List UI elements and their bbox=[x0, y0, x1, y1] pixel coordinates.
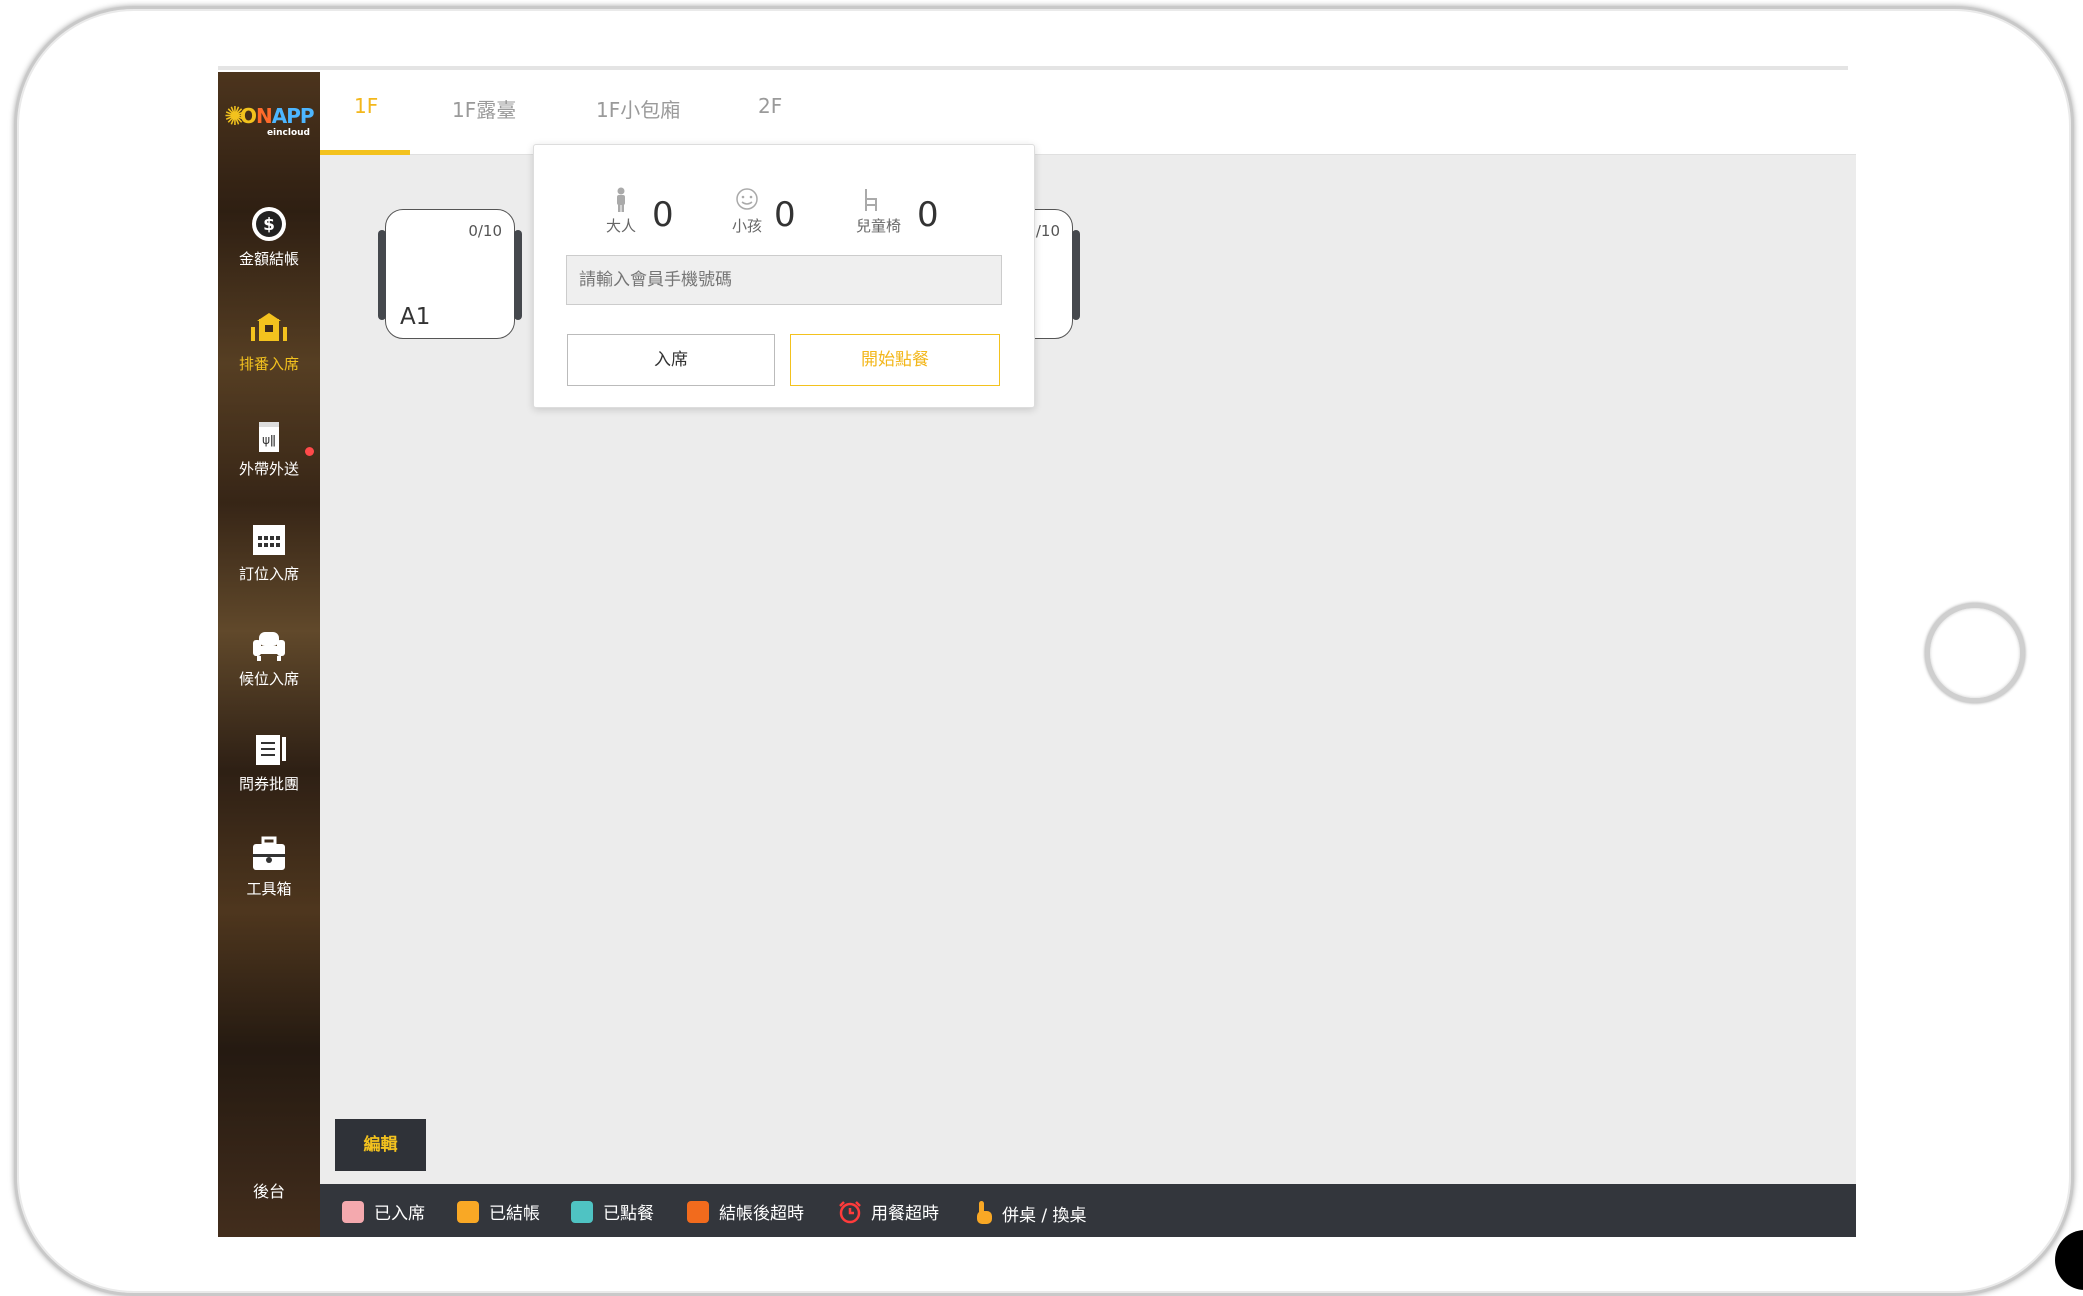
svg-text:$: $ bbox=[263, 215, 275, 235]
sidebar-item-toolbox[interactable]: 工具箱 bbox=[218, 834, 320, 914]
child-face-icon bbox=[736, 188, 758, 210]
sidebar-item-label: 訂位入席 bbox=[238, 565, 299, 583]
sidebar-item-waitlist[interactable]: 候位入席 bbox=[218, 624, 320, 704]
app-logo: ✺ ONAPP eincloud bbox=[224, 102, 315, 138]
edit-button[interactable]: 編輯 bbox=[335, 1119, 426, 1171]
legend-paid: 已結帳 bbox=[457, 1199, 540, 1224]
seating-popup: 大人 0 小孩 0 兒童椅 0 入席 開始點餐 bbox=[533, 144, 1035, 408]
sidebar-item-queue-seating[interactable]: 排番入席 bbox=[218, 309, 320, 389]
member-phone-input[interactable] bbox=[566, 255, 1002, 305]
notification-dot bbox=[305, 447, 314, 456]
hand-pointer-icon bbox=[977, 1201, 992, 1224]
corner-dot bbox=[2055, 1230, 2083, 1290]
highchair-label: 兒童椅 bbox=[856, 217, 902, 235]
sidebar-item-label: 問券批團 bbox=[238, 775, 299, 793]
active-tab-indicator bbox=[320, 150, 410, 155]
sidebar: ✺ ONAPP eincloud $ 金額結帳 排番入席 ψǁ 外帶外送 訂位入… bbox=[218, 72, 320, 1237]
highchair-count: 0 bbox=[917, 195, 939, 235]
legend-seated: 已入席 bbox=[342, 1199, 425, 1224]
backstage-link[interactable]: 後台 bbox=[218, 1178, 320, 1202]
svg-text:ψǁ: ψǁ bbox=[262, 433, 276, 447]
tab-1f[interactable]: 1F bbox=[354, 94, 378, 118]
status-legend: 已入席 已結帳 已點餐 結帳後超時 用餐超時 併桌 / 換桌 bbox=[320, 1184, 1856, 1237]
toolbox-icon bbox=[253, 836, 285, 870]
sidebar-item-label: 排番入席 bbox=[238, 355, 299, 373]
adult-label: 大人 bbox=[606, 217, 637, 235]
tab-1f-terrace[interactable]: 1F露臺 bbox=[452, 94, 516, 123]
floor-tab-bar: 1F 1F露臺 1F小包廂 2F bbox=[320, 72, 1856, 155]
start-order-button[interactable]: 開始點餐 bbox=[790, 334, 1000, 386]
highchair-icon bbox=[865, 189, 877, 211]
alarm-clock-icon bbox=[839, 1200, 861, 1223]
legend-dining-overtime: 用餐超時 bbox=[837, 1199, 939, 1224]
coin-icon: $ bbox=[252, 207, 286, 241]
sidebar-item-label: 外帶外送 bbox=[238, 460, 299, 478]
tab-1f-private-room[interactable]: 1F小包廂 bbox=[596, 94, 680, 123]
legend-swatch bbox=[342, 1200, 364, 1223]
calendar-icon bbox=[253, 525, 285, 555]
legend-ordered: 已點餐 bbox=[571, 1199, 654, 1224]
sidebar-item-label: 候位入席 bbox=[238, 670, 299, 688]
table-card-a1[interactable]: 0/10 A1 bbox=[378, 209, 522, 339]
table-name: A1 bbox=[400, 304, 431, 330]
legend-overtime-after-checkout: 結帳後超時 bbox=[687, 1199, 804, 1224]
takeout-bag-icon: ψǁ bbox=[259, 422, 279, 452]
tab-2f[interactable]: 2F bbox=[758, 94, 782, 118]
legend-swatch bbox=[687, 1200, 709, 1223]
table-chair-bar bbox=[514, 230, 522, 320]
app-screen: ✺ ONAPP eincloud $ 金額結帳 排番入席 ψǁ 外帶外送 訂位入… bbox=[218, 72, 1856, 1237]
sidebar-item-checkout[interactable]: $ 金額結帳 bbox=[218, 204, 320, 284]
legend-swatch bbox=[457, 1200, 479, 1223]
store-queue-icon bbox=[251, 313, 287, 341]
sidebar-item-label: 工具箱 bbox=[246, 880, 292, 898]
adult-count: 0 bbox=[652, 195, 674, 235]
screen-top-line bbox=[218, 66, 1848, 70]
armchair-icon bbox=[253, 632, 285, 661]
sidebar-item-reservation[interactable]: 訂位入席 bbox=[218, 519, 320, 599]
logo-subtitle: eincloud bbox=[266, 128, 310, 138]
adult-person-icon bbox=[617, 187, 625, 212]
legend-merge-swap-table: 併桌 / 換桌 bbox=[972, 1199, 1087, 1227]
sidebar-item-survey[interactable]: 問券批團 bbox=[218, 729, 320, 809]
seat-button[interactable]: 入席 bbox=[567, 334, 775, 386]
child-label: 小孩 bbox=[732, 217, 763, 235]
table-capacity: 0/10 bbox=[468, 222, 502, 240]
sidebar-item-label: 金額結帳 bbox=[238, 250, 299, 268]
table-chair-bar bbox=[378, 230, 386, 320]
child-count: 0 bbox=[774, 195, 796, 235]
table-chair-bar bbox=[1072, 230, 1080, 320]
sidebar-item-takeout[interactable]: ψǁ 外帶外送 bbox=[218, 414, 320, 494]
home-button[interactable] bbox=[1925, 603, 2025, 703]
clipboard-icon bbox=[256, 735, 286, 765]
legend-swatch bbox=[571, 1200, 593, 1223]
